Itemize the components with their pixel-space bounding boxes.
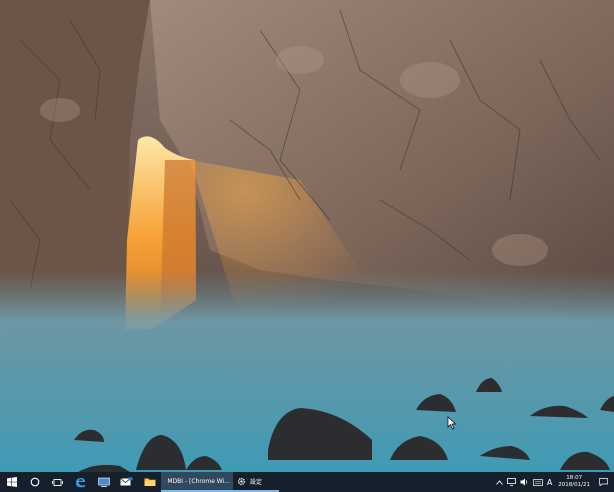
network-icon: [506, 478, 516, 486]
taskbar-window-label: MDBI - [Chrome Wi...: [167, 477, 230, 485]
tv-icon: [97, 477, 110, 487]
keyboard-tray-button[interactable]: [532, 478, 543, 486]
task-view-button[interactable]: [46, 472, 69, 492]
desktop[interactable]: [0, 0, 614, 472]
mail-icon: [120, 477, 133, 486]
edge-browser-button[interactable]: [69, 472, 92, 492]
taskbar-empty-area: [279, 472, 496, 492]
folder-icon: [144, 478, 155, 486]
volume-tray-button[interactable]: [520, 478, 529, 486]
windows-logo-icon: [6, 477, 17, 487]
clock-date: 2018/01/21: [558, 482, 590, 488]
speaker-icon: [520, 478, 527, 486]
keyboard-icon: [532, 478, 543, 486]
taskbar-clock[interactable]: 18:07 2018/01/21: [556, 475, 592, 489]
mail-app-button[interactable]: [115, 472, 138, 492]
ime-mode-button[interactable]: A: [547, 478, 552, 487]
taskbar-settings-label: 設定: [250, 478, 263, 486]
notification-icon: [598, 478, 608, 486]
search-circle-icon: [30, 477, 39, 487]
taskbar-window-mdbi[interactable]: MDBI - [Chrome Wi...: [161, 472, 233, 492]
network-tray-button[interactable]: [506, 478, 516, 486]
clock-time: 18:07: [566, 475, 583, 481]
chevron-up-icon: [495, 479, 503, 485]
start-button[interactable]: [0, 472, 23, 492]
mouse-pointer-icon: [447, 416, 457, 430]
gear-icon: [237, 477, 246, 485]
system-tray: A 18:07 2018/01/21: [495, 472, 614, 492]
edge-icon: [76, 477, 85, 487]
tv-app-button[interactable]: [92, 472, 115, 492]
action-center-button[interactable]: [596, 472, 610, 492]
show-hidden-icons-button[interactable]: [495, 479, 503, 485]
ime-mode-indicator: A: [546, 477, 553, 487]
task-view-icon: [52, 478, 63, 486]
file-explorer-button[interactable]: [138, 472, 161, 492]
taskbar-window-settings[interactable]: 設定: [233, 472, 279, 492]
desktop-wallpaper: [0, 0, 614, 472]
cortana-search-button[interactable]: [23, 472, 46, 492]
taskbar: MDBI - [Chrome Wi... 設定 A 18:07 2018/01/…: [0, 472, 614, 492]
